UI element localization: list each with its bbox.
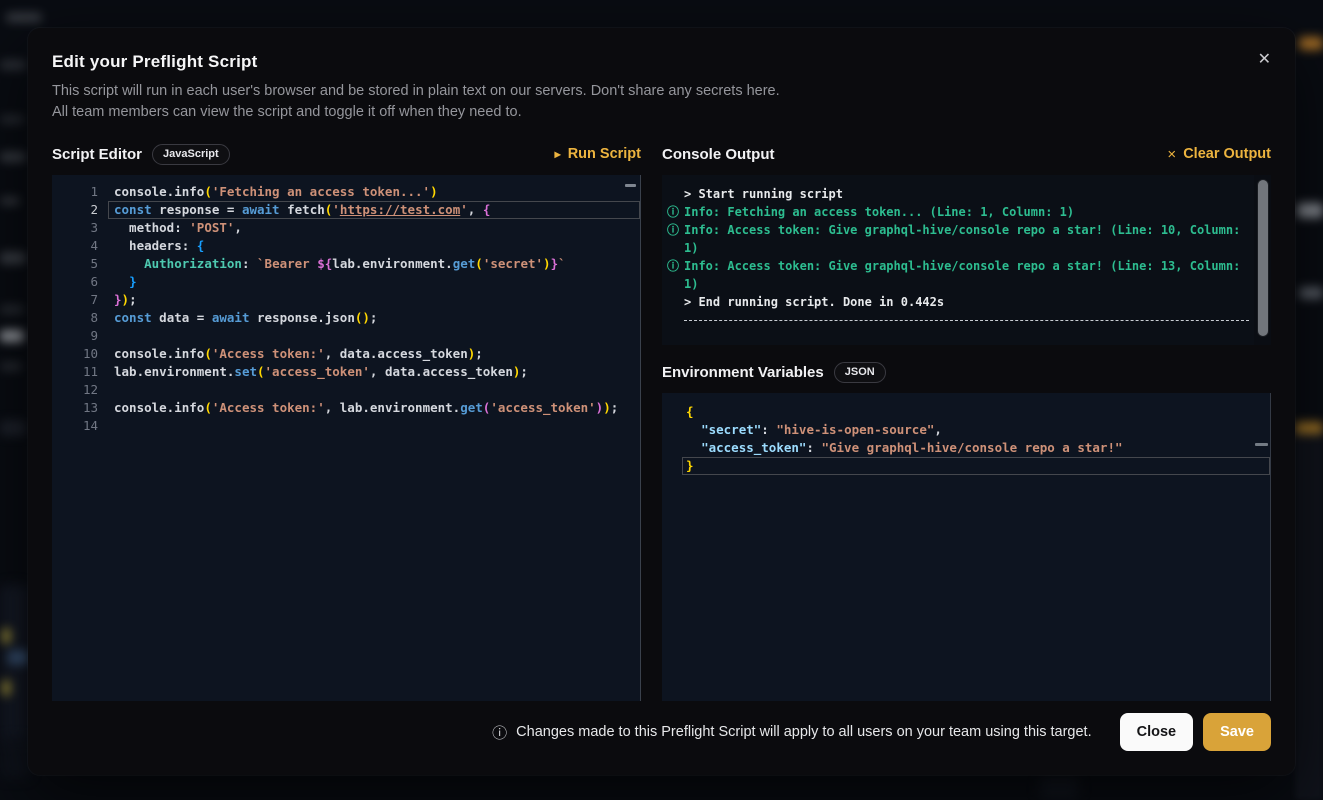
environment-editor[interactable]: { "secret": "hive-is-open-source", "acce… (662, 393, 1271, 701)
console-row: ⓘInfo: Access token: Give graphql-hive/c… (662, 257, 1271, 275)
backdrop-blur-blob (1299, 37, 1323, 50)
backdrop-blur-blob (1297, 203, 1323, 218)
code-line: 8const data = await response.json(); (52, 309, 640, 327)
json-badge: JSON (834, 362, 886, 383)
console-row: > Start running script (662, 185, 1271, 203)
info-circle-icon: ⓘ (662, 221, 684, 239)
footer-note: ⓘ Changes made to this Preflight Script … (492, 722, 1091, 743)
console-column: Console Output × Clear Output > Start ru… (662, 141, 1271, 701)
footer-note-text: Changes made to this Preflight Script wi… (516, 724, 1091, 740)
environment-header: Environment Variables JSON (662, 359, 1271, 385)
backdrop-blur-blob (0, 60, 26, 70)
info-circle-icon: ⓘ (662, 203, 684, 221)
backdrop-blur-blob (0, 738, 30, 778)
console-text: Info: Access token: Give graphql-hive/co… (684, 257, 1240, 275)
script-editor-title: Script Editor (52, 146, 142, 163)
backdrop-blur-blob (0, 152, 26, 162)
clear-icon: × (1167, 147, 1176, 162)
console-row: ⓘInfo: Fetching an access token... (Line… (662, 203, 1271, 221)
backdrop-blur-blob (8, 650, 28, 665)
console-text: 1) (684, 275, 698, 293)
console-icon-spacer (662, 275, 684, 293)
env-line: "access_token": "Give graphql-hive/conso… (662, 439, 1270, 457)
footer-buttons: Close Save (1120, 713, 1271, 751)
code-line: 14 (52, 417, 640, 435)
code-line: 4 headers: { (52, 237, 640, 255)
modal-columns: Script Editor JavaScript ▸ Run Script 1c… (52, 141, 1271, 701)
console-header: Console Output × Clear Output (662, 141, 1271, 167)
run-script-label: Run Script (568, 146, 641, 162)
close-icon[interactable]: ✕ (1254, 48, 1275, 72)
backdrop-strip (1295, 430, 1323, 800)
console-icon-spacer (662, 293, 684, 311)
backdrop-blur-blob (0, 252, 26, 264)
backdrop-blur-blob (0, 420, 26, 436)
modal-footer: ⓘ Changes made to this Preflight Script … (52, 713, 1271, 751)
backdrop-blur-blob (0, 362, 22, 371)
backdrop-blur-blob (0, 330, 24, 342)
info-circle-icon: ⓘ (492, 722, 507, 743)
modal-title: Edit your Preflight Script (52, 52, 1271, 72)
console-row: ⓘInfo: Access token: Give graphql-hive/c… (662, 221, 1271, 239)
modal-description-line1: This script will run in each user's brow… (52, 81, 1271, 102)
code-line: 3 method: 'POST', (52, 219, 640, 237)
console-scrollbar-thumb[interactable] (1257, 179, 1269, 337)
console-text: > End running script. Done in 0.442s (684, 293, 944, 311)
backdrop-panel (0, 585, 28, 743)
run-script-button[interactable]: ▸ Run Script (555, 146, 641, 162)
info-circle-icon: ⓘ (662, 257, 684, 275)
code-line: 10console.info('Access token:', data.acc… (52, 345, 640, 363)
backdrop-blur-blob (2, 628, 11, 644)
console-text: > Start running script (684, 185, 843, 203)
modal-description-line2: All team members can view the script and… (52, 102, 1271, 123)
save-button[interactable]: Save (1203, 713, 1271, 751)
play-icon: ▸ (555, 148, 561, 160)
console-icon-spacer (662, 185, 684, 203)
code-line: 2const response = await fetch('https://t… (52, 201, 640, 219)
backdrop-blur-blob (6, 13, 42, 22)
console-icon-spacer (662, 239, 684, 257)
console-output: > Start running scriptⓘInfo: Fetching an… (662, 175, 1271, 345)
backdrop-blur-blob (1299, 287, 1323, 299)
env-line: { (662, 403, 1270, 421)
backdrop-blur-blob (1040, 776, 1078, 800)
console-row: 1) (662, 239, 1271, 257)
env-line: } (662, 457, 1270, 475)
code-line: 13console.info('Access token:', lab.envi… (52, 399, 640, 417)
code-line: 5 Authorization: `Bearer ${lab.environme… (52, 255, 640, 273)
modal-description: This script will run in each user's brow… (52, 81, 1271, 123)
code-line: 7}); (52, 291, 640, 309)
backdrop-blur-blob (0, 305, 24, 314)
close-button[interactable]: Close (1120, 713, 1194, 751)
code-line: 6 } (52, 273, 640, 291)
preflight-script-modal: ✕ Edit your Preflight Script This script… (28, 28, 1295, 775)
console-text: Info: Fetching an access token... (Line:… (684, 203, 1074, 221)
console-row: > End running script. Done in 0.442s (662, 293, 1271, 311)
clear-output-label: Clear Output (1183, 146, 1271, 162)
environment-variables-title: Environment Variables (662, 364, 824, 381)
console-separator (684, 320, 1249, 321)
env-line: "secret": "hive-is-open-source", (662, 421, 1270, 439)
console-output-title: Console Output (662, 146, 775, 163)
code-line: 9 (52, 327, 640, 345)
backdrop-blur-blob (0, 115, 24, 124)
code-line: 12 (52, 381, 640, 399)
code-line: 1console.info('Fetching an access token.… (52, 183, 640, 201)
clear-output-button[interactable]: × Clear Output (1167, 146, 1271, 162)
script-editor-column: Script Editor JavaScript ▸ Run Script 1c… (52, 141, 641, 701)
javascript-badge: JavaScript (152, 144, 230, 165)
console-row: 1) (662, 275, 1271, 293)
script-editor[interactable]: 1console.info('Fetching an access token.… (52, 175, 641, 701)
console-text: Info: Access token: Give graphql-hive/co… (684, 221, 1240, 239)
backdrop-blur-blob (1295, 422, 1323, 434)
backdrop-blur-blob (0, 197, 20, 205)
script-editor-header: Script Editor JavaScript ▸ Run Script (52, 141, 641, 167)
code-line: 11lab.environment.set('access_token', da… (52, 363, 640, 381)
console-text: 1) (684, 239, 698, 257)
backdrop-blur-blob (2, 680, 11, 696)
